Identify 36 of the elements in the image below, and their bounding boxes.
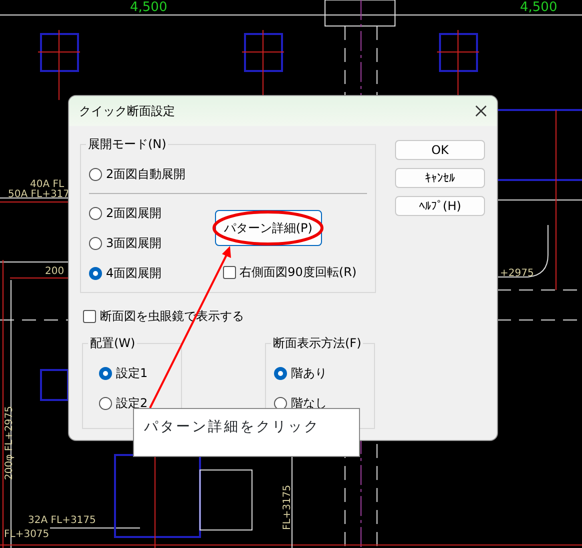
pipe-label: 50A FL+317	[8, 189, 70, 200]
radio-label: 設定1	[116, 365, 148, 382]
radio-button[interactable]	[99, 396, 112, 410]
radio-label: 2面図自動展開	[106, 166, 186, 183]
dialog-button[interactable]: ｷｬﾝｾﾙ	[395, 168, 485, 188]
dialog-title: クイック断面設定	[79, 103, 175, 120]
checkbox[interactable]	[222, 266, 236, 278]
dimension-label: 4,500	[130, 0, 168, 15]
radio-label: 階あり	[291, 365, 327, 382]
pipe-label: 40A FL	[30, 179, 64, 190]
radio-label: 2面図展開	[106, 205, 162, 222]
callout-text: パターン詳細をクリック	[133, 408, 360, 457]
radio-button[interactable]	[274, 396, 287, 410]
radio-label: 3面図展開	[106, 235, 162, 252]
pipe-label: +2975	[500, 268, 534, 279]
radio-button[interactable]	[89, 236, 102, 250]
pipe-label: 32A FL+3175	[28, 515, 96, 526]
radio-label: 4面図展開	[106, 265, 162, 282]
group-label: 配置(W)	[88, 335, 138, 351]
radio-button[interactable]	[89, 266, 102, 280]
dialog-button[interactable]: ﾍﾙﾌﾟ(H)	[395, 196, 485, 216]
radio-button[interactable]	[89, 168, 102, 180]
close-icon[interactable]	[475, 105, 487, 117]
group-label: 断面表示方法(F)	[271, 335, 364, 351]
pipe-label: 200φ FL+2975	[4, 406, 15, 480]
dialog-button[interactable]: OK	[395, 140, 485, 160]
radio-button[interactable]	[99, 366, 112, 380]
group-label: 展開モード(N)	[86, 136, 168, 152]
checkbox-label: 右側面図90度回転(R)	[240, 264, 357, 281]
checkbox[interactable]	[83, 310, 96, 322]
pipe-label: FL+3175	[282, 484, 293, 530]
radio-button[interactable]	[89, 206, 102, 220]
dimension-label: 4,500	[520, 0, 558, 15]
pipe-label: 200	[45, 266, 64, 277]
checkbox-label: 断面図を虫眼鏡で表示する	[100, 308, 244, 325]
radio-button[interactable]	[274, 366, 287, 380]
